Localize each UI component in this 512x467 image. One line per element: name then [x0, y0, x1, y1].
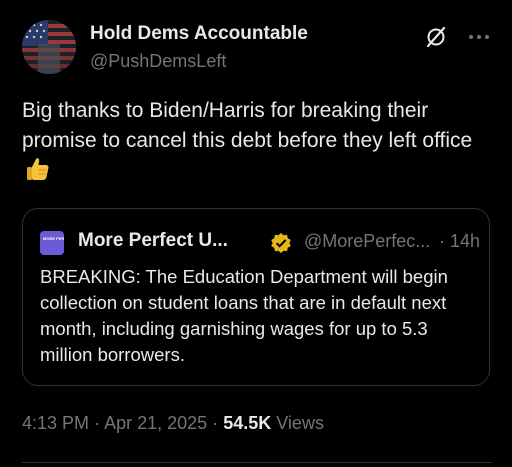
quoted-author-name[interactable]: More Perfect U...	[78, 230, 228, 252]
separator-dot: ·	[212, 413, 219, 433]
views-count[interactable]: 54.5K	[223, 413, 271, 433]
american-flag-avatar-icon	[22, 20, 76, 74]
separator-dot: ·	[94, 413, 101, 433]
quoted-tweet-time[interactable]: · 14h	[439, 231, 480, 252]
views-label: Views	[276, 413, 324, 433]
separator-dot: ·	[439, 231, 445, 251]
quoted-tweet-text: BREAKING: The Education Department will …	[40, 266, 448, 365]
quoted-author-handle[interactable]: @MorePerfec...	[304, 231, 430, 252]
quoted-author-logo[interactable]: MORE PERFECT UNION	[40, 231, 64, 255]
author-handle[interactable]: @PushDemsLeft	[90, 49, 308, 73]
tweet-text: Big thanks to Biden/Harris for breaking …	[22, 99, 473, 152]
quoted-tweet-header: MORE PERFECT UNION More Perfect U... @Mo…	[40, 229, 480, 255]
tweet-time[interactable]: 4:13 PM	[22, 413, 89, 433]
author-display-name[interactable]: Hold Dems Accountable	[90, 22, 308, 46]
tweet-date[interactable]: Apr 21, 2025	[104, 413, 207, 433]
quoted-tweet[interactable]: MORE PERFECT UNION More Perfect U... @Mo…	[22, 208, 490, 386]
author-avatar[interactable]	[22, 20, 76, 74]
more-options-icon[interactable]	[466, 26, 492, 48]
tweet-meta: 4:13 PM · Apr 21, 2025 · 54.5K Views	[22, 413, 324, 434]
author-names: Hold Dems Accountable @PushDemsLeft	[90, 22, 308, 73]
divider	[22, 462, 492, 463]
thumbs-up-emoji-icon	[27, 158, 49, 180]
verified-badge-icon	[271, 233, 291, 253]
tweet-body: Big thanks to Biden/Harris for breaking …	[22, 96, 492, 187]
tweet-header: Hold Dems Accountable @PushDemsLeft	[22, 20, 492, 76]
grok-icon[interactable]	[425, 26, 447, 48]
quoted-time-value: 14h	[450, 231, 481, 251]
